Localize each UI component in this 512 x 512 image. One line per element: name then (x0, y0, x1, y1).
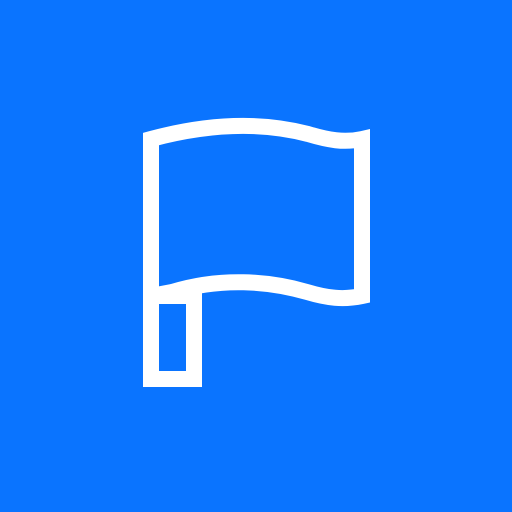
flag-icon (143, 118, 370, 387)
flag-body (143, 118, 370, 307)
app-icon-tile (0, 0, 512, 512)
flag-pole (143, 288, 202, 387)
